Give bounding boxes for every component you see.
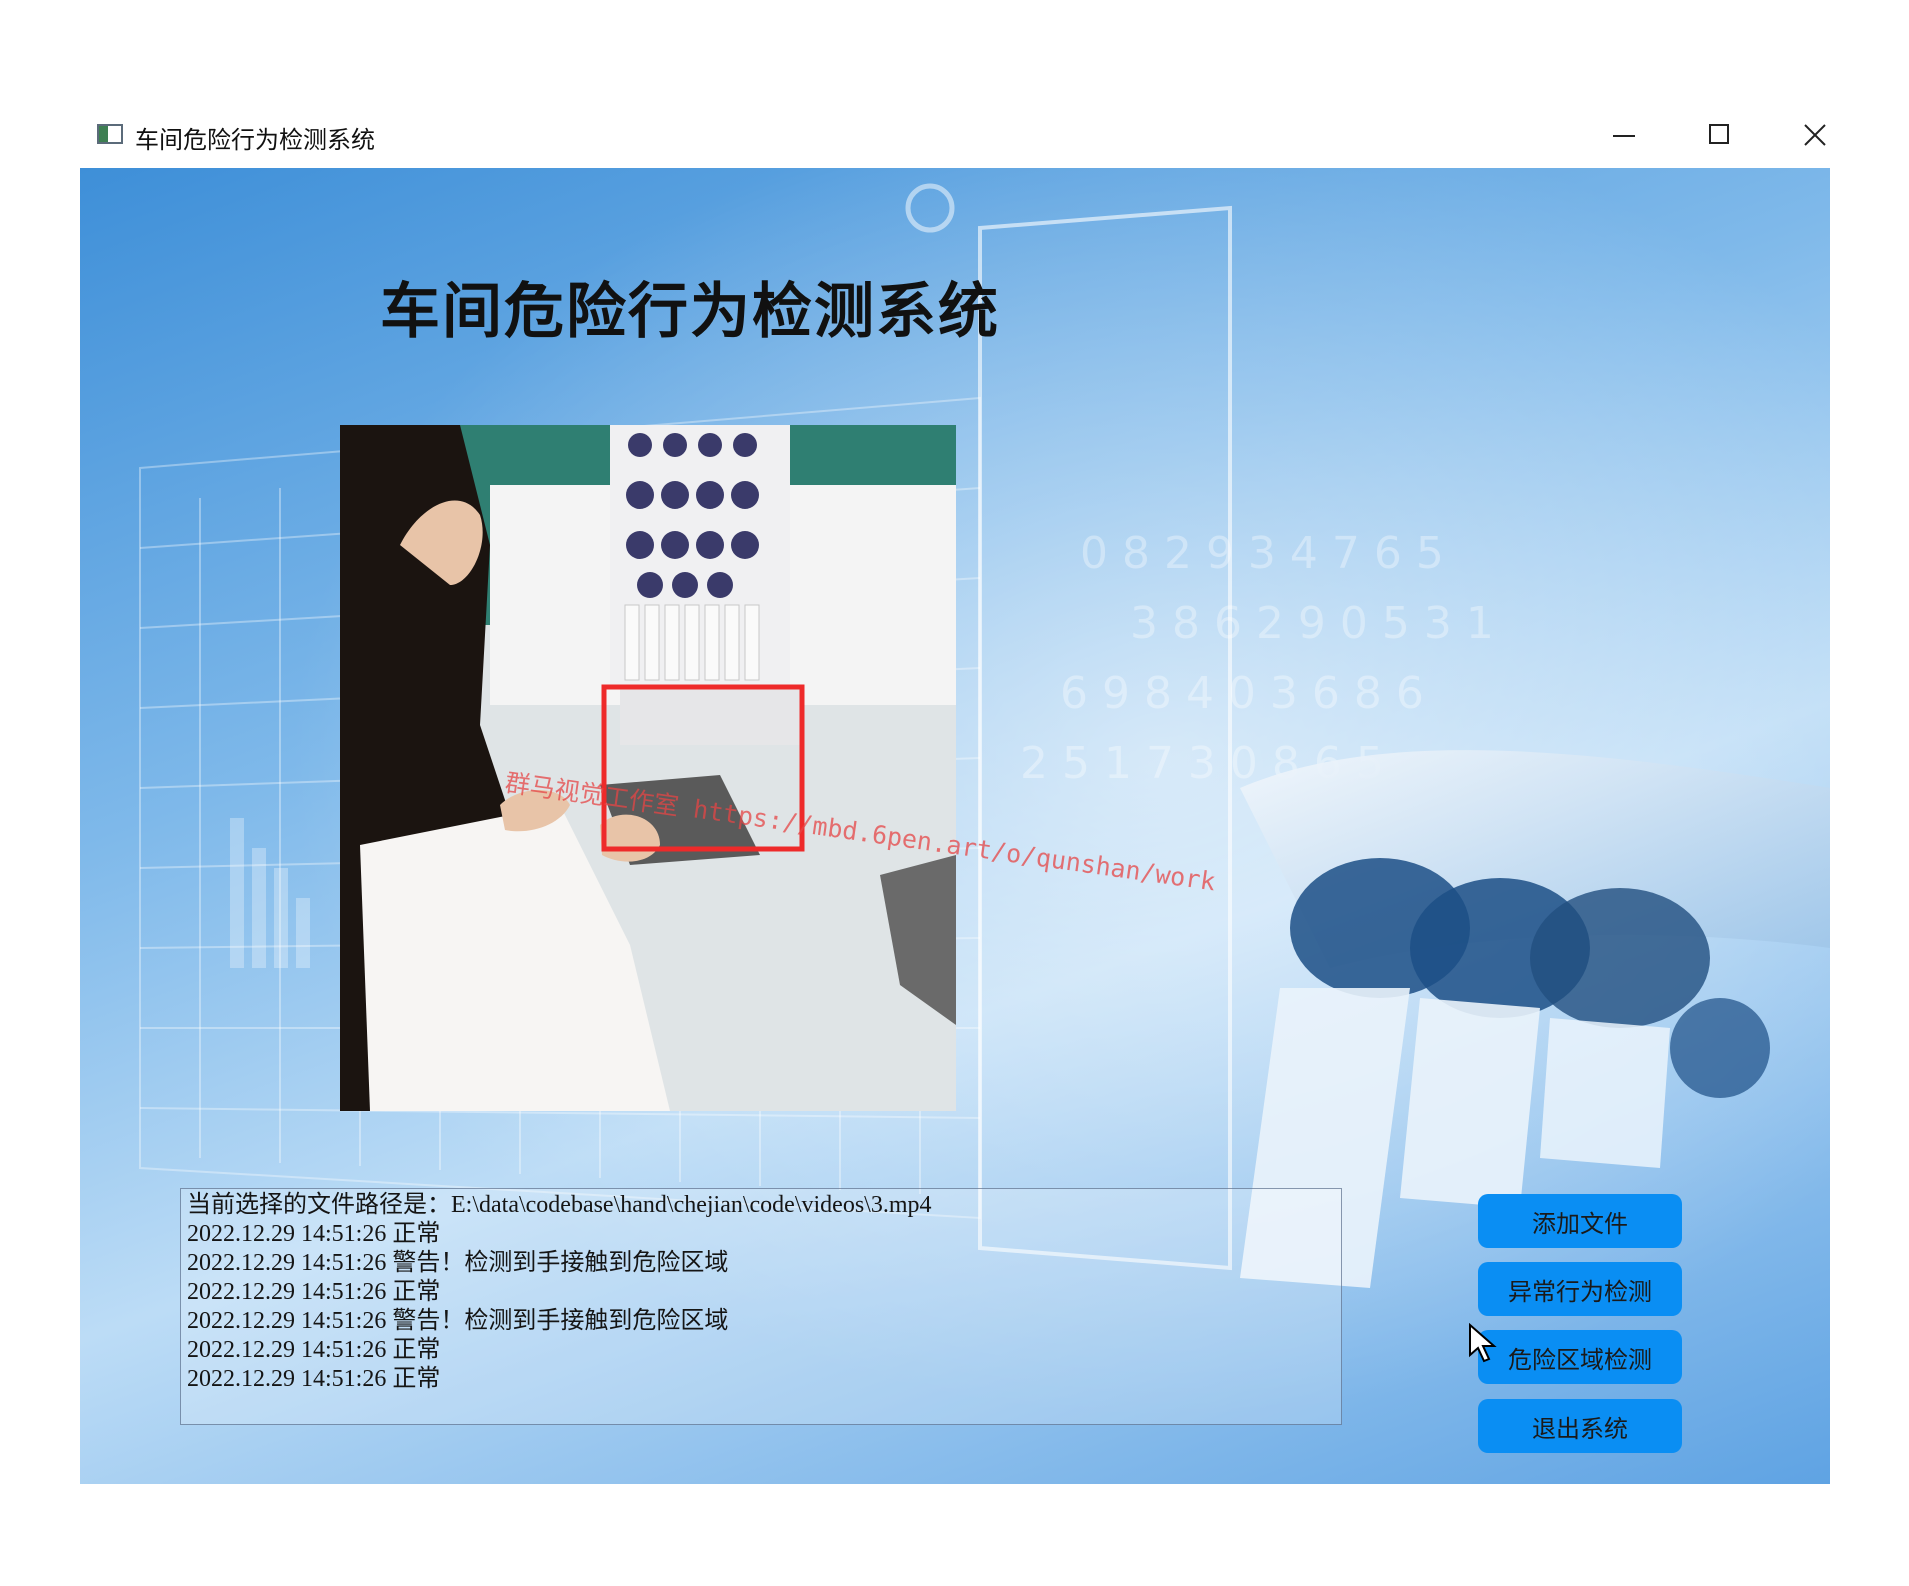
log-line: 2022.12.29 14:51:26 警告！检测到手接触到危险区域 (187, 1250, 729, 1276)
close-icon[interactable] (1770, 108, 1860, 164)
minimize-icon[interactable] (1580, 108, 1670, 164)
mouse-cursor-icon (1469, 1323, 1497, 1363)
video-preview (340, 425, 956, 1111)
title-bar[interactable]: 车间危险行为检测系统 (80, 108, 1830, 168)
window-title: 车间危险行为检测系统 (135, 126, 375, 154)
svg-text:0 8 2 9 3 4 7 6 5: 0 8 2 9 3 4 7 6 5 (1080, 528, 1444, 579)
log-line: 2022.12.29 14:51:26 正常 (187, 1279, 441, 1305)
add-file-button[interactable]: 添加文件 (1478, 1194, 1682, 1248)
log-output: 当前选择的文件路径是：E:\data\codebase\hand\chejian… (180, 1188, 1342, 1425)
video-frame-image (340, 425, 956, 1111)
page-title: 车间危险行为检测系统 (380, 277, 1000, 347)
danger-zone-detect-button[interactable]: 危险区域检测 (1478, 1330, 1682, 1384)
log-line: 2022.12.29 14:51:26 正常 (187, 1337, 441, 1363)
svg-text:3 8 6 2 9 0 5 3 1: 3 8 6 2 9 0 5 3 1 (1130, 598, 1494, 649)
svg-text:6 9 8 4 0 3 6 8 6: 6 9 8 4 0 3 6 8 6 (1060, 668, 1424, 719)
main-panel: 0 8 2 9 3 4 7 6 5 3 8 6 2 9 0 5 3 1 6 9 … (80, 168, 1830, 1484)
abnormal-behavior-detect-button[interactable]: 异常行为检测 (1478, 1262, 1682, 1316)
log-line: 2022.12.29 14:51:26 警告！检测到手接触到危险区域 (187, 1308, 729, 1334)
log-line: 2022.12.29 14:51:26 正常 (187, 1221, 441, 1247)
log-line: 2022.12.29 14:51:26 正常 (187, 1366, 441, 1392)
app-window: 车间危险行为检测系统 0 8 2 9 3 4 7 6 5 3 8 6 2 9 0… (80, 108, 1830, 1484)
exit-system-button[interactable]: 退出系统 (1478, 1399, 1682, 1453)
app-window-icon (97, 124, 123, 144)
maximize-icon[interactable] (1675, 108, 1765, 164)
log-line-path: 当前选择的文件路径是：E:\data\codebase\hand\chejian… (187, 1192, 932, 1218)
